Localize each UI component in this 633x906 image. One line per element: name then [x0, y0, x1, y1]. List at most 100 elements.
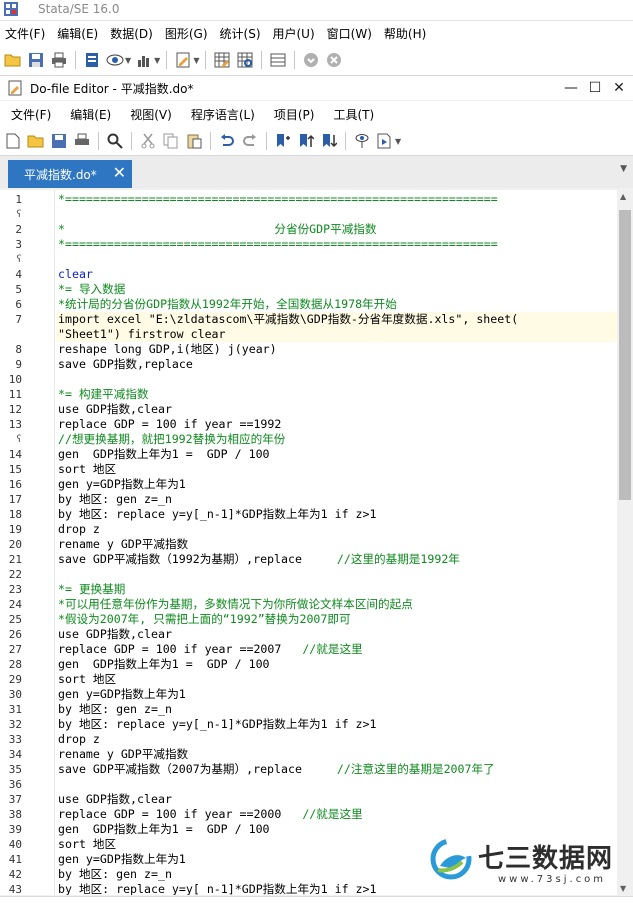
code-line[interactable]: by 地区: replace y=y[_n-1]*GDP指数上年为1 if z>… — [58, 507, 617, 522]
graph-icon[interactable] — [134, 50, 154, 70]
toggle-bookmark-icon[interactable] — [273, 131, 293, 151]
editor-menu-bar: 文件(F) 编辑(E) 视图(V) 程序语言(L) 项目(P) 工具(T) — [0, 101, 633, 127]
scrollbar-thumb[interactable] — [619, 210, 631, 500]
save-icon[interactable] — [49, 131, 69, 151]
find-icon[interactable] — [105, 131, 125, 151]
menu-file[interactable]: 文件(F) — [0, 25, 52, 42]
code-line[interactable]: gen y=GDP指数上年为1 — [58, 477, 617, 492]
code-line[interactable]: replace GDP = 100 if year ==1992 — [58, 417, 617, 432]
code-line[interactable]: *=======================================… — [58, 237, 617, 252]
code-line[interactable]: *统计局的分省份GDP指数从1992年开始，全国数据从1978年开始 — [58, 297, 617, 312]
code-line[interactable]: "Sheet1") firstrow clear — [56, 327, 617, 342]
vertical-scrollbar[interactable]: ▲ ▼ — [617, 190, 633, 895]
menu-statistics[interactable]: 统计(S) — [215, 25, 268, 42]
code-line[interactable]: rename y GDP平减指数 — [58, 747, 617, 762]
code-line[interactable]: *假设为2007年, 只需把上面的“1992”替换为2007即可 — [58, 612, 617, 627]
print-icon[interactable] — [49, 50, 69, 70]
paste-icon[interactable] — [184, 131, 204, 151]
code-line[interactable]: replace GDP = 100 if year ==2000 //就是这里 — [58, 807, 617, 822]
data-browser-icon[interactable] — [235, 50, 255, 70]
scroll-down-icon[interactable]: ▼ — [620, 884, 626, 893]
open-folder-icon[interactable] — [3, 50, 23, 70]
code-editor[interactable]: 1 ʕ 2 3 ʕ 4 5 6 7 8 9 10 11 12 13 ʕ 14 15 16 17 18 19 20 21 22 23… — [0, 190, 633, 895]
break-icon[interactable] — [324, 50, 344, 70]
editor-menu-language[interactable]: 程序语言(L) — [180, 106, 263, 123]
data-editor-icon[interactable] — [212, 50, 232, 70]
more-icon[interactable] — [301, 50, 321, 70]
code-line[interactable]: use GDP指数,clear — [58, 792, 617, 807]
code-line[interactable]: sort 地区 — [58, 672, 617, 687]
print-icon[interactable] — [72, 131, 92, 151]
menu-user[interactable]: 用户(U) — [268, 25, 322, 42]
undo-icon[interactable] — [217, 131, 237, 151]
show-file-in-viewer-icon[interactable] — [352, 131, 372, 151]
code-line[interactable]: gen GDP指数上年为1 = GDP / 100 — [58, 447, 617, 462]
menu-graphics[interactable]: 图形(G) — [160, 25, 215, 42]
editor-menu-file[interactable]: 文件(F) — [0, 106, 59, 123]
code-line[interactable]: use GDP指数,clear — [58, 402, 617, 417]
fold-marker-icon[interactable]: ʕ — [0, 252, 22, 267]
code-line[interactable]: gen y=GDP指数上年为1 — [58, 687, 617, 702]
code-line[interactable]: reshape long GDP,i(地区) j(year) — [58, 342, 617, 357]
editor-menu-project[interactable]: 项目(P) — [263, 106, 323, 123]
chevron-down-icon[interactable]: ▼ — [193, 56, 199, 65]
redo-icon[interactable] — [240, 131, 260, 151]
code-line[interactable]: *=======================================… — [58, 192, 617, 207]
fold-marker-icon[interactable]: ʕ — [0, 432, 22, 447]
tab-close-icon[interactable]: ✕ — [113, 163, 126, 182]
tab-list-chevron-icon[interactable]: ▼ — [620, 164, 627, 174]
code-line[interactable]: rename y GDP平减指数 — [58, 537, 617, 552]
scroll-up-icon[interactable]: ▲ — [620, 192, 626, 201]
code-line[interactable]: save GDP平减指数（2007为基期）,replace //注意这里的基期是… — [58, 762, 617, 777]
menu-help[interactable]: 帮助(H) — [379, 25, 433, 42]
execute-do-icon[interactable] — [375, 131, 395, 151]
code-line[interactable]: *可以用任意年份作为基期，多数情况下为你所做论文样本区间的起点 — [58, 597, 617, 612]
menu-edit[interactable]: 编辑(E) — [52, 25, 105, 42]
menu-window[interactable]: 窗口(W) — [322, 25, 379, 42]
code-line[interactable]: save GDP指数,replace — [58, 357, 617, 372]
do-file-editor-icon[interactable] — [173, 50, 193, 70]
cut-icon[interactable] — [138, 131, 158, 151]
save-icon[interactable] — [26, 50, 46, 70]
code-line[interactable]: drop z — [58, 522, 617, 537]
stata-app-icon — [4, 2, 18, 16]
copy-icon[interactable] — [161, 131, 181, 151]
code-line[interactable]: use GDP指数,clear — [58, 627, 617, 642]
variables-manager-icon[interactable] — [268, 50, 288, 70]
site-watermark-logo: 七三数据网 www.73sj.com — [428, 832, 618, 894]
maximize-button[interactable]: ☐ — [584, 78, 606, 98]
editor-menu-edit[interactable]: 编辑(E) — [59, 106, 119, 123]
chevron-down-icon[interactable]: ▼ — [125, 56, 131, 65]
log-icon[interactable] — [82, 50, 102, 70]
menu-data[interactable]: 数据(D) — [105, 25, 160, 42]
editor-menu-view[interactable]: 视图(V) — [119, 106, 180, 123]
code-line[interactable]: gen GDP指数上年为1 = GDP / 100 — [58, 657, 617, 672]
code-line[interactable]: import excel "E:\zldatascom\平减指数\GDP指数-分… — [56, 312, 617, 327]
chevron-down-icon[interactable]: ▼ — [395, 137, 401, 146]
code-line[interactable]: *= 更换基期 — [58, 582, 617, 597]
code-line[interactable]: drop z — [58, 732, 617, 747]
code-line[interactable]: *= 构建平减指数 — [58, 387, 617, 402]
code-line[interactable]: save GDP平减指数（1992为基期）,replace //这里的基期是19… — [58, 552, 617, 567]
fold-marker-icon[interactable]: ʕ — [0, 207, 22, 222]
chevron-down-icon[interactable]: ▼ — [154, 56, 160, 65]
code-line[interactable]: * 分省份GDP平减指数 — [58, 222, 617, 237]
code-line[interactable]: by 地区: gen z=_n — [58, 492, 617, 507]
minimize-button[interactable]: — — [560, 78, 582, 98]
code-line[interactable]: *= 导入数据 — [58, 282, 617, 297]
code-line[interactable]: //想更换基期，就把1992替换为相应的年份 — [58, 432, 617, 447]
code-line[interactable]: sort 地区 — [58, 462, 617, 477]
tab-active-file[interactable]: 平减指数.do* ✕ — [8, 160, 132, 188]
previous-bookmark-icon[interactable] — [296, 131, 316, 151]
editor-menu-tools[interactable]: 工具(T) — [322, 106, 382, 123]
code-line[interactable]: replace GDP = 100 if year ==2007 //就是这里 — [58, 642, 617, 657]
close-button[interactable]: ✕ — [608, 78, 630, 98]
code-line[interactable]: by 地区: gen z=_n — [58, 702, 617, 717]
open-folder-icon[interactable] — [26, 131, 46, 151]
viewer-eye-icon[interactable] — [105, 50, 125, 70]
code-comment: //就是这里 — [302, 807, 363, 821]
code-line[interactable]: by 地区: replace y=y[_n-1]*GDP指数上年为1 if z>… — [58, 717, 617, 732]
next-bookmark-icon[interactable] — [319, 131, 339, 151]
new-file-icon[interactable] — [3, 131, 23, 151]
code-line[interactable]: clear — [58, 267, 617, 282]
